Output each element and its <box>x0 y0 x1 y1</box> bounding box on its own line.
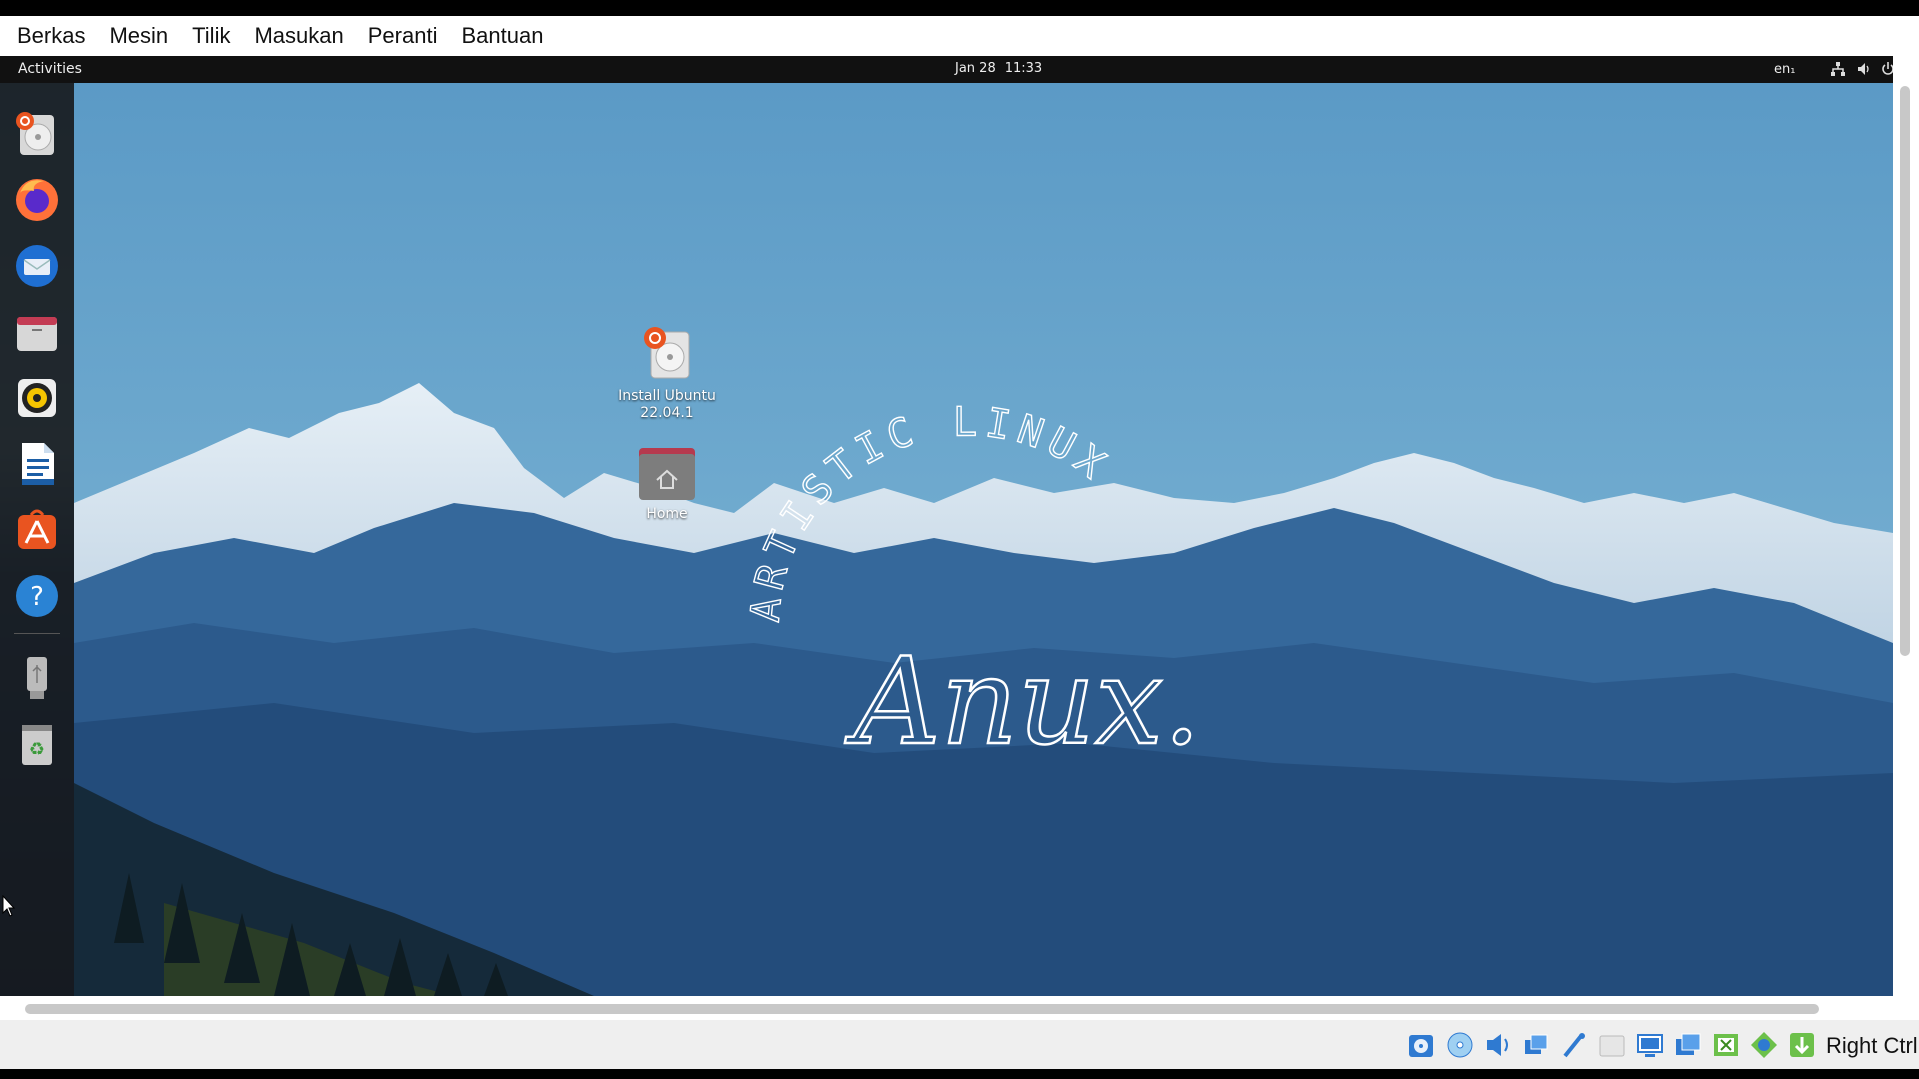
home-label: Home <box>646 506 688 522</box>
vbox-statusbar: Right Ctrl <box>0 1020 1919 1069</box>
dock: ? ♻ <box>0 83 74 996</box>
trash-icon[interactable]: ♻ <box>12 719 62 769</box>
help-icon[interactable]: ? <box>12 571 62 621</box>
usb-drive-icon[interactable] <box>12 653 62 703</box>
dock-separator <box>14 633 60 634</box>
guest-additions-icon[interactable] <box>1749 1030 1779 1060</box>
menu-mesin[interactable]: Mesin <box>102 23 185 49</box>
host-key-label[interactable]: Right Ctrl <box>1826 1033 1918 1059</box>
vbox-menubar: Berkas Mesin Tilik Masukan Peranti Bantu… <box>0 16 1919 56</box>
mouse-pointer-icon <box>2 895 16 917</box>
horizontal-scrollbar[interactable] <box>0 996 1919 1020</box>
install-ubuntu-desktop-icon[interactable]: Install Ubuntu 22.04.1 <box>612 324 722 422</box>
activities-button[interactable]: Activities <box>18 61 82 77</box>
thunderbird-icon[interactable] <box>12 241 62 291</box>
mouse-integration-icon[interactable] <box>1787 1030 1817 1060</box>
files-icon[interactable] <box>12 307 62 357</box>
ubuntu-software-icon[interactable] <box>12 505 62 555</box>
ubuntu-installer-icon[interactable] <box>12 109 62 159</box>
network-icon[interactable] <box>1830 61 1846 77</box>
input-language-indicator[interactable]: en₁ <box>1774 62 1795 77</box>
shared-folders-icon[interactable] <box>1597 1030 1627 1060</box>
menu-masukan[interactable]: Masukan <box>247 23 360 49</box>
optical-drive-icon[interactable] <box>1445 1030 1475 1060</box>
volume-icon[interactable] <box>1856 61 1872 77</box>
install-ubuntu-label-line2: 22.04.1 <box>640 405 694 421</box>
menu-tilik[interactable]: Tilik <box>185 23 247 49</box>
svg-text:♻: ♻ <box>29 739 45 760</box>
audio-icon[interactable] <box>1483 1030 1513 1060</box>
logo-script-text: Anux. <box>844 633 1201 772</box>
display-icon[interactable] <box>1635 1030 1665 1060</box>
wallpaper: ARTISTIC LINUX Anux. <box>74 83 1893 996</box>
screen-capture-icon[interactable] <box>1673 1030 1703 1060</box>
vertical-scrollbar-thumb[interactable] <box>1900 86 1910 656</box>
window-top-border <box>0 0 1919 16</box>
gnome-topbar: Activities Jan 28 11:33 en₁ <box>0 56 1893 83</box>
video-capture-icon[interactable] <box>1711 1030 1741 1060</box>
install-ubuntu-label-line1: Install Ubuntu <box>618 388 716 404</box>
clock-time: 11:33 <box>1004 61 1043 76</box>
firefox-icon[interactable] <box>12 175 62 225</box>
clock-date: Jan 28 <box>955 61 996 76</box>
libreoffice-writer-icon[interactable] <box>12 439 62 489</box>
clock[interactable]: Jan 28 11:33 <box>955 61 1051 76</box>
guest-display[interactable]: ARTISTIC LINUX Anux. Activities Jan 28 11… <box>0 56 1893 996</box>
rhythmbox-icon[interactable] <box>12 373 62 423</box>
horizontal-scrollbar-thumb[interactable] <box>25 1004 1819 1014</box>
menu-peranti[interactable]: Peranti <box>361 23 455 49</box>
home-folder-icon <box>639 448 695 500</box>
window-bottom-border <box>0 1069 1919 1079</box>
vertical-scrollbar[interactable] <box>1893 56 1919 996</box>
svg-text:?: ? <box>30 582 44 612</box>
ubuntu-installer-icon <box>644 327 690 379</box>
usb-icon[interactable] <box>1559 1030 1589 1060</box>
power-icon[interactable] <box>1880 61 1893 77</box>
hard-disk-icon[interactable] <box>1406 1030 1436 1060</box>
home-desktop-icon[interactable]: Home <box>612 446 722 523</box>
menu-bantuan[interactable]: Bantuan <box>454 23 560 49</box>
network-adapter-icon[interactable] <box>1521 1030 1551 1060</box>
menu-berkas[interactable]: Berkas <box>10 23 102 49</box>
